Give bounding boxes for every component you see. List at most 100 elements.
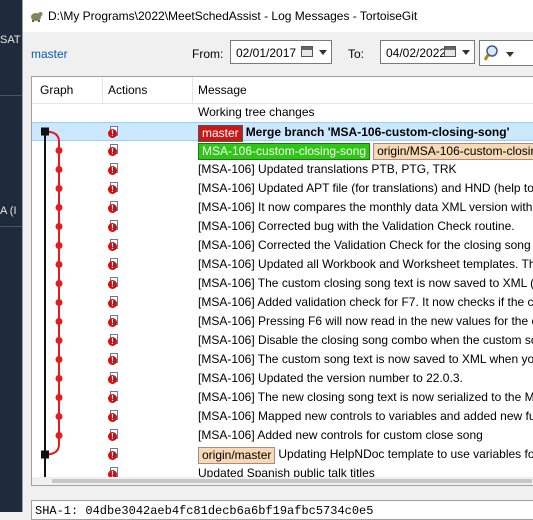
commit-message: [MSA-106] Corrected the Validation Check… <box>198 238 533 252</box>
table-row[interactable]: ! master Merge branch 'MSA-106-custom-clos… <box>32 122 533 142</box>
commit-message: [MSA-106] Updated translations PTB, PTG,… <box>198 162 457 176</box>
modified-file-icon: ! <box>108 201 120 214</box>
graph-commit-node <box>55 337 63 344</box>
table-row[interactable]: ! [MSA-106] The custom closing song text … <box>32 274 533 293</box>
commit-message: [MSA-106] Updated APT file (for translat… <box>198 181 533 195</box>
modified-file-icon: ! <box>108 334 120 347</box>
modified-file-icon: ! <box>108 315 120 328</box>
modified-file-icon: ! <box>108 182 120 195</box>
graph-commit-node <box>55 375 63 382</box>
table-row[interactable]: ! [MSA-106] The custom song text is now s… <box>32 350 533 369</box>
from-date-picker[interactable]: 02/01/2017 <box>230 40 332 64</box>
calendar-icon <box>444 46 456 57</box>
chevron-down-icon <box>319 50 327 55</box>
graph-commit-node <box>55 261 63 268</box>
calendar-icon <box>301 46 313 57</box>
commit-message: [MSA-106] Updated all Workbook and Works… <box>198 257 533 271</box>
list-header: Graph Actions Message <box>32 77 533 104</box>
table-row[interactable]: ! [MSA-106] Updated the version number to… <box>32 369 533 388</box>
table-row[interactable]: ! [MSA-106] Mapped new controls to variab… <box>32 407 533 426</box>
table-row[interactable]: ! [MSA-106] Updated translations PTB, PTG… <box>32 160 533 179</box>
commit-message: [MSA-106] It now compares the monthly da… <box>198 200 533 214</box>
commit-message-cell: [MSA-106] The custom song text is now sa… <box>198 352 533 366</box>
title-bar[interactable]: D:\My Programs\2022\MeetSchedAssist - Lo… <box>23 0 533 32</box>
table-row[interactable]: ! [MSA-106] Corrected bug with the Valida… <box>32 217 533 236</box>
commit-message: Updating HelpNDoc template to use variab… <box>278 447 533 461</box>
commit-message-cell: [MSA-106] Updated translations PTB, PTG,… <box>198 162 457 176</box>
table-row[interactable]: ! MSA-106-custom-closing-song origin/MSA-1… <box>32 141 533 160</box>
modified-file-icon: ! <box>108 448 120 461</box>
table-row[interactable]: ! [MSA-106] Added new controls for custom… <box>32 426 533 445</box>
graph-commit-node <box>55 413 63 420</box>
commit-message: [MSA-106] Corrected bug with the Validat… <box>198 219 515 233</box>
to-label: To: <box>348 47 365 61</box>
search-input[interactable] <box>479 40 533 66</box>
ref-tag: origin/master <box>198 447 276 464</box>
table-row[interactable]: ! origin/master Updating HelpNDoc template… <box>32 445 533 464</box>
graph-commit-node <box>55 432 63 439</box>
commit-message-cell: [MSA-106] It now compares the monthly da… <box>198 200 532 214</box>
commit-message-cell: [MSA-106] Corrected bug with the Validat… <box>198 219 515 233</box>
modified-file-icon: ! <box>108 163 120 176</box>
modified-file-icon: ! <box>108 239 120 252</box>
chevron-down-icon <box>462 50 470 55</box>
column-separator[interactable] <box>192 77 193 103</box>
table-row[interactable]: ! [MSA-106] Updated all Workbook and Work… <box>32 255 533 274</box>
modified-file-icon: ! <box>108 410 120 423</box>
column-header-message[interactable]: Message <box>198 83 247 97</box>
commit-message: [MSA-106] The custom song text is now sa… <box>198 352 533 366</box>
modified-file-icon: ! <box>108 429 120 442</box>
sha-field[interactable]: SHA-1: 04dbe3042aeb4fc81decb6a6bf19afbc5… <box>31 500 533 520</box>
commit-message-cell: origin/master Updating HelpNDoc template … <box>198 447 533 464</box>
background-app-strip: SAT A (I <box>0 0 22 512</box>
commit-message-cell: [MSA-106] Updated the version number to … <box>198 371 463 385</box>
horizontal-scrollbar[interactable] <box>32 477 533 485</box>
table-row[interactable]: ! [MSA-106] Updated APT file (for transla… <box>32 179 533 198</box>
table-row[interactable]: ! [MSA-106] Pressing F6 will now read in … <box>32 312 533 331</box>
commit-message-cell: [MSA-106] Mapped new controls to variabl… <box>198 409 533 423</box>
commit-message-cell: [MSA-106] Added validation check for F7.… <box>198 295 533 309</box>
modified-file-icon: ! <box>108 296 120 309</box>
commit-message-cell: [MSA-106] Corrected the Validation Check… <box>198 238 533 252</box>
graph-commit-node <box>55 356 63 363</box>
background-fragment: A (I <box>0 205 17 217</box>
table-row[interactable]: ! [MSA-106] Added validation check for F7… <box>32 293 533 312</box>
commit-message-cell: [MSA-106] Added new controls for custom … <box>198 428 483 442</box>
column-separator[interactable] <box>102 77 103 103</box>
modified-file-icon: ! <box>108 144 120 157</box>
scrollbar-thumb[interactable] <box>52 479 532 483</box>
to-date-picker[interactable]: 04/02/2022 <box>380 40 475 64</box>
table-row[interactable]: ! [MSA-106] Disable the closing song comb… <box>32 331 533 350</box>
modified-file-icon: ! <box>108 126 120 139</box>
table-row[interactable]: Working tree changes <box>32 103 533 122</box>
modified-file-icon: ! <box>108 353 120 366</box>
table-row[interactable]: ! [MSA-106] The new closing song text is … <box>32 388 533 407</box>
commit-message-cell: MSA-106-custom-closing-song origin/MSA-10… <box>198 143 533 160</box>
graph-commit-node <box>55 299 63 306</box>
graph-commit-node <box>55 166 63 173</box>
modified-file-icon: ! <box>108 258 120 271</box>
commit-message: [MSA-106] Updated the version number to … <box>198 371 463 385</box>
commit-message: [MSA-106] Added validation check for F7.… <box>198 295 533 309</box>
search-icon <box>484 45 498 61</box>
modified-file-icon: ! <box>108 277 120 290</box>
commit-message-cell: [MSA-106] The custom closing song text i… <box>198 276 533 290</box>
column-header-actions[interactable]: Actions <box>108 83 147 97</box>
commit-message-cell: [MSA-106] The new closing song text is n… <box>198 390 533 404</box>
graph-commit-node <box>55 223 63 230</box>
commit-graph <box>41 127 63 484</box>
commit-message: [MSA-106] Added new controls for custom … <box>198 428 483 442</box>
to-date-value: 04/02/2022 <box>386 46 447 60</box>
modified-file-icon: ! <box>108 372 120 385</box>
commit-message: [MSA-106] The custom closing song text i… <box>198 276 533 290</box>
graph-merge-node <box>41 127 49 136</box>
commit-message-cell: master Merge branch 'MSA-106-custom-closi… <box>198 125 509 142</box>
graph-commit-node <box>41 450 49 459</box>
table-row[interactable]: ! [MSA-106] It now compares the monthly d… <box>32 198 533 217</box>
graph-commit-node <box>55 242 63 249</box>
table-row[interactable]: ! [MSA-106] Corrected the Validation Chec… <box>32 236 533 255</box>
divider <box>0 95 22 96</box>
ref-tag: origin/MSA-106-custom-closing-song <box>373 143 533 160</box>
branch-link[interactable]: master <box>31 47 68 61</box>
ref-tag: master <box>198 125 243 142</box>
